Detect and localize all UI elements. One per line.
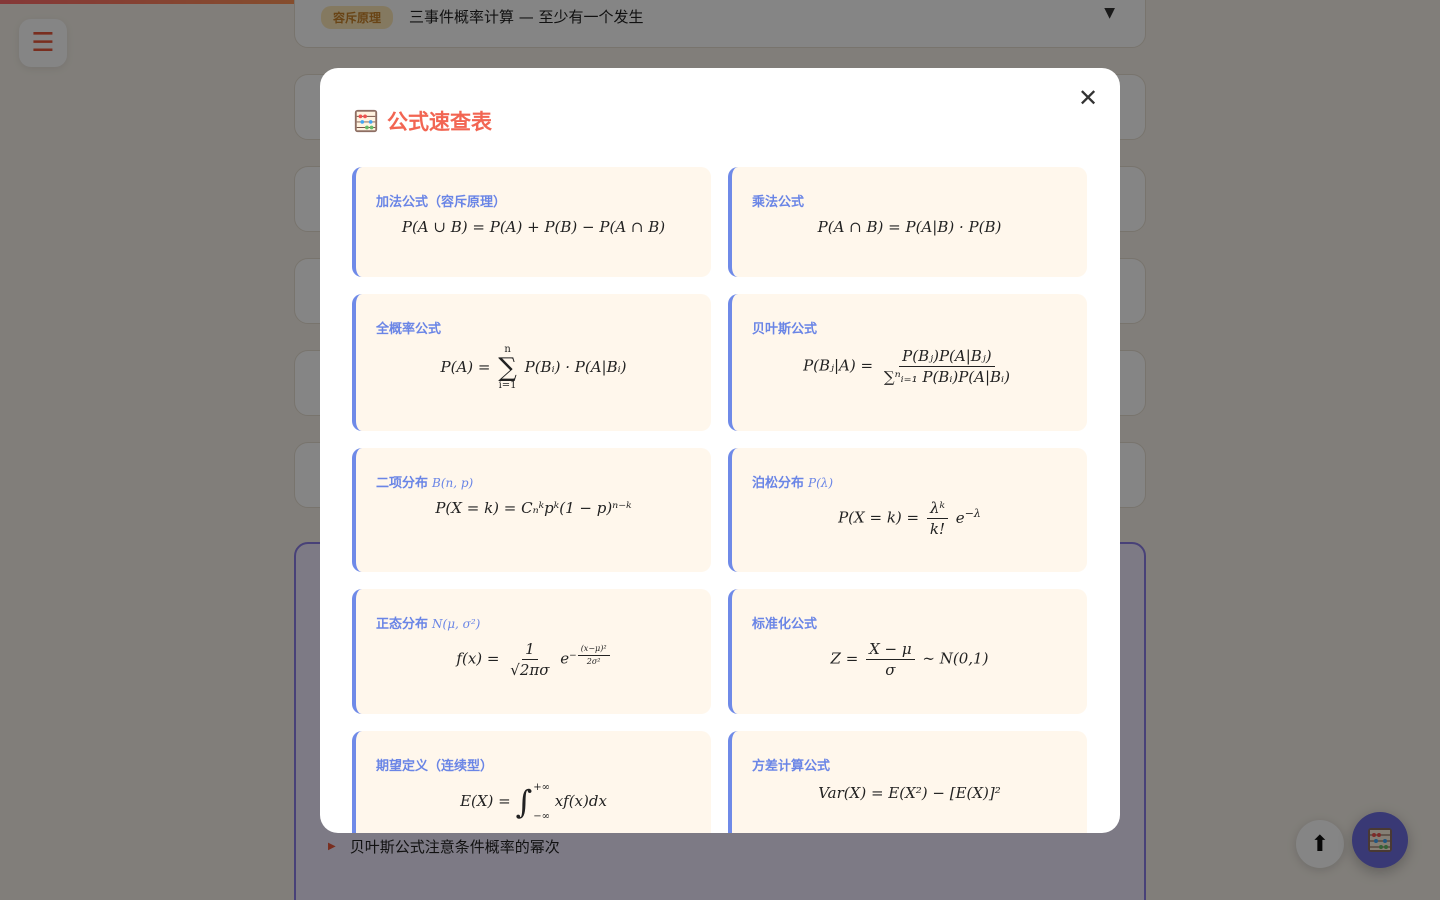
formula-card-title: 泊松分布 P(λ)	[752, 472, 1067, 491]
fraction: 1 √2πσ	[507, 640, 552, 679]
close-icon: ✕	[1077, 84, 1099, 112]
exponent: − (x−μ)² 2σ²	[569, 644, 610, 666]
formula-card-title-text: 全概率公式	[376, 322, 442, 337]
formula-card-title: 标准化公式	[752, 613, 1067, 632]
formula-card-expectation: 期望定义（连续型） E(X) = ∫ +∞ −∞ xf(x)dx	[352, 731, 711, 833]
formula-lhs: P(Bⱼ|A) =	[803, 356, 874, 375]
formula-card-title-text: 期望定义（连续型）	[376, 759, 494, 774]
formula: P(A ∪ B) = P(A) + P(B) − P(A ∩ B)	[376, 218, 691, 236]
formula-card-title-text: 标准化公式	[752, 617, 818, 632]
formula-card-title-text: 贝叶斯公式	[752, 322, 818, 337]
formula-lhs: Z =	[830, 649, 859, 668]
fraction: X − μ σ	[866, 640, 915, 679]
formula-card-title: 方差计算公式	[752, 755, 1067, 774]
formula: P(X = k) = Cₙᵏpᵏ(1 − p)ⁿ⁻ᵏ	[376, 499, 691, 517]
modal-title-text: 公式速查表	[387, 110, 492, 134]
fraction: P(Bⱼ)P(A|Bⱼ) ∑ⁿᵢ₌₁ P(Bᵢ)P(A|Bᵢ)	[881, 347, 1013, 386]
formula: P(X = k) = λᵏ k! e−λ	[752, 499, 1067, 538]
formula-card-title: 期望定义（连续型）	[376, 755, 691, 774]
formula-lhs: P(A) =	[440, 358, 491, 376]
formula: P(A) = n ∑ i=1 P(Bᵢ) · P(A|Bᵢ)	[376, 345, 691, 391]
formula-sheet-modal: ✕ 公式速查表 加法公式（容斥原理） P(A ∪ B) = P(A) + P(B…	[320, 68, 1120, 833]
formula-card-addition: 加法公式（容斥原理） P(A ∪ B) = P(A) + P(B) − P(A …	[352, 167, 711, 277]
integral-upper: +∞	[533, 782, 550, 793]
formula-card-title: 乘法公式	[752, 191, 1067, 210]
close-button[interactable]: ✕	[1072, 82, 1104, 114]
formula-card-standardization: 标准化公式 Z = X − μ σ ∼ N(0,1)	[728, 589, 1087, 714]
sum-lower: i=1	[498, 380, 517, 391]
formula: P(Bⱼ|A) = P(Bⱼ)P(A|Bⱼ) ∑ⁿᵢ₌₁ P(Bᵢ)P(A|Bᵢ…	[752, 347, 1067, 386]
formula-card-title: 贝叶斯公式	[752, 318, 1067, 337]
formula-text: P(X = k) = Cₙᵏpᵏ(1 − p)ⁿ⁻ᵏ	[435, 499, 632, 517]
exp-numerator: (x−μ)²	[577, 644, 610, 656]
formula-card-normal: 正态分布 N(μ, σ²) f(x) = 1 √2πσ e− (x−μ)² 2σ…	[352, 589, 711, 714]
exp-denominator: 2σ²	[586, 657, 601, 666]
integral-lower: −∞	[533, 811, 550, 822]
formula: Z = X − μ σ ∼ N(0,1)	[752, 640, 1067, 679]
formula-card-subtitle: P(λ)	[808, 476, 834, 490]
sigma-icon: ∑	[498, 353, 517, 383]
denominator: k!	[929, 520, 946, 538]
formula-card-title: 正态分布 N(μ, σ²)	[376, 613, 691, 632]
formula-card-title: 全概率公式	[376, 318, 691, 337]
formula-card-poisson: 泊松分布 P(λ) P(X = k) = λᵏ k! e−λ	[728, 448, 1087, 572]
formula: Var(X) = E(X²) − [E(X)]²	[752, 784, 1067, 802]
denominator: ∑ⁿᵢ₌₁ P(Bᵢ)P(A|Bᵢ)	[883, 368, 1010, 386]
formula-card-title: 二项分布 B(n, p)	[376, 472, 691, 491]
formula-text: Var(X) = E(X²) − [E(X)]²	[818, 784, 1001, 802]
formula-card-multiplication: 乘法公式 P(A ∩ B) = P(A|B) · P(B)	[728, 167, 1087, 277]
formula-card-total-probability: 全概率公式 P(A) = n ∑ i=1 P(Bᵢ) · P(A|Bᵢ)	[352, 294, 711, 431]
formula-card-subtitle: N(μ, σ²)	[432, 617, 481, 631]
modal-title: 公式速查表	[353, 106, 492, 136]
numerator: λᵏ	[926, 499, 948, 519]
formula-card-binomial: 二项分布 B(n, p) P(X = k) = Cₙᵏpᵏ(1 − p)ⁿ⁻ᵏ	[352, 448, 711, 572]
denominator: σ	[885, 661, 896, 679]
fraction: λᵏ k!	[926, 499, 948, 538]
formula-card-bayes: 贝叶斯公式 P(Bⱼ|A) = P(Bⱼ)P(A|Bⱼ) ∑ⁿᵢ₌₁ P(Bᵢ)…	[728, 294, 1087, 431]
numerator: 1	[522, 640, 538, 660]
formula-card-subtitle: B(n, p)	[432, 476, 474, 490]
formula-rhs: P(Bᵢ) · P(A|Bᵢ)	[524, 358, 627, 376]
integral: ∫ +∞ −∞	[516, 782, 550, 822]
formula-card-title-text: 乘法公式	[752, 195, 805, 210]
formula-grid: 加法公式（容斥原理） P(A ∪ B) = P(A) + P(B) − P(A …	[352, 167, 1088, 833]
formula-tail: e−λ	[955, 506, 981, 527]
formula-rhs: xf(x)dx	[554, 792, 607, 810]
formula-card-title-text: 加法公式（容斥原理）	[376, 195, 507, 210]
formula-lhs: f(x) =	[456, 649, 500, 668]
formula: E(X) = ∫ +∞ −∞ xf(x)dx	[376, 782, 691, 822]
integral-limits: +∞ −∞	[533, 782, 550, 822]
formula-lhs: E(X) =	[460, 792, 511, 810]
formula-card-variance: 方差计算公式 Var(X) = E(X²) − [E(X)]²	[728, 731, 1087, 833]
numerator: P(Bⱼ)P(A|Bⱼ)	[899, 347, 995, 367]
formula-card-title-text: 泊松分布	[752, 476, 805, 491]
formula-card-title-text: 方差计算公式	[752, 759, 831, 774]
formula-card-title-text: 正态分布	[376, 617, 429, 632]
formula-card-title: 加法公式（容斥原理）	[376, 191, 691, 210]
formula-text: P(A ∩ B) = P(A|B) · P(B)	[817, 218, 1002, 236]
formula-card-title-text: 二项分布	[376, 476, 429, 491]
formula: f(x) = 1 √2πσ e− (x−μ)² 2σ²	[376, 640, 691, 679]
abacus-icon	[354, 109, 378, 133]
formula: P(A ∩ B) = P(A|B) · P(B)	[752, 218, 1067, 236]
formula-rhs: ∼ N(0,1)	[922, 649, 989, 668]
denominator: √2πσ	[510, 661, 550, 679]
summation: n ∑ i=1	[498, 345, 517, 391]
formula-text: P(A ∪ B) = P(A) + P(B) − P(A ∩ B)	[401, 218, 666, 236]
integral-icon: ∫	[515, 783, 533, 821]
formula-lhs: P(X = k) =	[838, 508, 920, 527]
numerator: X − μ	[866, 640, 915, 660]
